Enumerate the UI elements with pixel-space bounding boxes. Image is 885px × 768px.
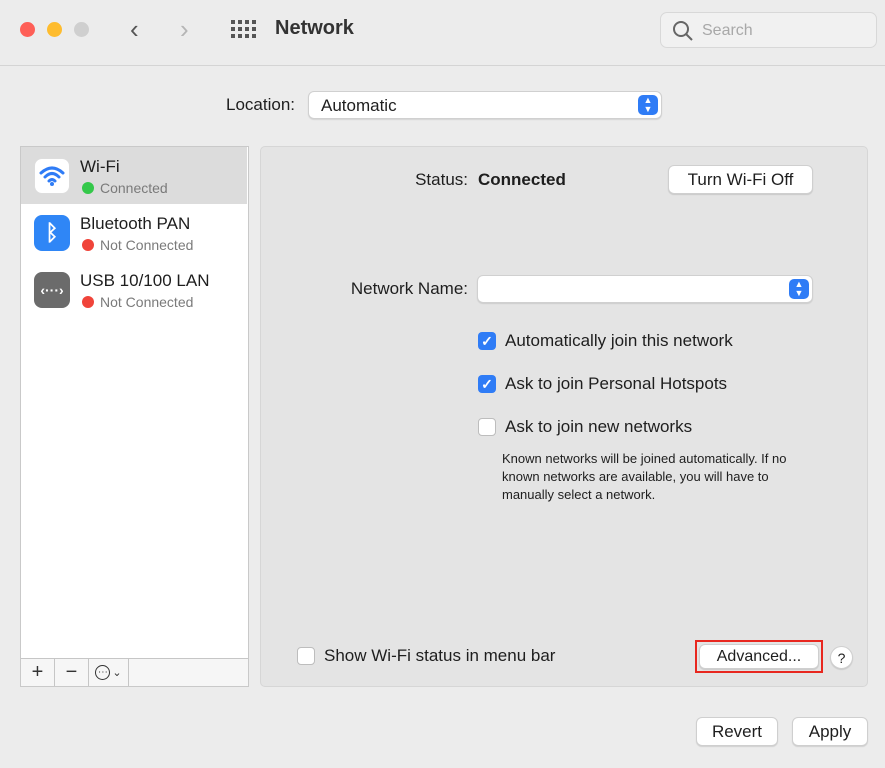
service-list: Wi-Fi Connected ᛒ Bluetooth PAN Not Conn… xyxy=(20,146,249,687)
status-dot xyxy=(82,296,94,308)
remove-service-button[interactable]: − xyxy=(55,659,89,686)
search-input[interactable]: Search xyxy=(660,12,877,48)
back-icon[interactable]: ‹ xyxy=(130,14,139,45)
status-dot xyxy=(82,182,94,194)
hotspots-checkbox[interactable]: ✓ xyxy=(478,375,496,393)
auto-join-option[interactable]: ✓ Automatically join this network xyxy=(478,331,733,351)
more-actions-button[interactable]: ⋯⌄ xyxy=(89,659,129,686)
service-status: Not Connected xyxy=(100,294,193,310)
new-networks-option[interactable]: Ask to join new networks xyxy=(478,417,692,437)
menu-bar-option[interactable]: Show Wi-Fi status in menu bar xyxy=(297,646,555,666)
minimize-button[interactable] xyxy=(47,22,62,37)
advanced-button[interactable]: Advanced... xyxy=(699,644,819,669)
new-networks-checkbox[interactable] xyxy=(478,418,496,436)
bluetooth-icon: ᛒ xyxy=(34,215,70,251)
forward-icon[interactable]: › xyxy=(180,14,189,45)
chevron-updown-icon: ▲▼ xyxy=(789,279,809,299)
option-label: Ask to join new networks xyxy=(505,417,692,437)
menu-bar-checkbox[interactable] xyxy=(297,647,315,665)
service-name: Wi-Fi xyxy=(80,157,120,177)
help-button[interactable]: ? xyxy=(830,646,853,669)
status-value: Connected xyxy=(478,170,566,190)
auto-join-checkbox[interactable]: ✓ xyxy=(478,332,496,350)
search-icon xyxy=(672,20,694,42)
chevron-updown-icon: ▲▼ xyxy=(638,95,658,115)
revert-button[interactable]: Revert xyxy=(696,717,778,746)
service-item-usb-lan[interactable]: ‹···› USB 10/100 LAN Not Connected xyxy=(21,261,247,318)
option-label: Show Wi-Fi status in menu bar xyxy=(324,646,555,666)
network-name-label: Network Name: xyxy=(351,279,468,299)
service-list-controls: + − ⋯⌄ xyxy=(21,658,248,686)
window-title: Network xyxy=(275,17,354,40)
add-service-button[interactable]: + xyxy=(21,659,55,686)
hotspots-option[interactable]: ✓ Ask to join Personal Hotspots xyxy=(478,374,727,394)
location-select[interactable]: Automatic ▲▼ xyxy=(308,91,662,119)
network-name-select[interactable]: ▲▼ xyxy=(477,275,813,303)
toolbar: ‹ › Network Search xyxy=(0,0,885,66)
service-name: Bluetooth PAN xyxy=(80,214,190,234)
location-label: Location: xyxy=(226,95,295,115)
ethernet-icon: ‹···› xyxy=(34,272,70,308)
location-value: Automatic xyxy=(321,96,397,116)
service-status: Connected xyxy=(100,180,168,196)
help-text: Known networks will be joined automatica… xyxy=(502,450,814,504)
ellipsis-icon: ⋯ xyxy=(95,665,110,680)
option-label: Ask to join Personal Hotspots xyxy=(505,374,727,394)
status-dot xyxy=(82,239,94,251)
service-item-bluetooth[interactable]: ᛒ Bluetooth PAN Not Connected xyxy=(21,204,247,261)
option-label: Automatically join this network xyxy=(505,331,733,351)
service-item-wifi[interactable]: Wi-Fi Connected xyxy=(21,147,247,204)
service-name: USB 10/100 LAN xyxy=(80,271,209,291)
search-placeholder: Search xyxy=(702,22,753,40)
status-label: Status: xyxy=(415,170,468,190)
apply-button[interactable]: Apply xyxy=(792,717,868,746)
close-button[interactable] xyxy=(20,22,35,37)
service-status: Not Connected xyxy=(100,237,193,253)
grid-icon[interactable] xyxy=(231,20,255,38)
chevron-down-icon: ⌄ xyxy=(112,666,121,679)
zoom-button[interactable] xyxy=(74,22,89,37)
advanced-highlight: Advanced... xyxy=(695,640,823,673)
wifi-icon xyxy=(34,158,70,194)
turn-wifi-off-button[interactable]: Turn Wi-Fi Off xyxy=(668,165,813,194)
